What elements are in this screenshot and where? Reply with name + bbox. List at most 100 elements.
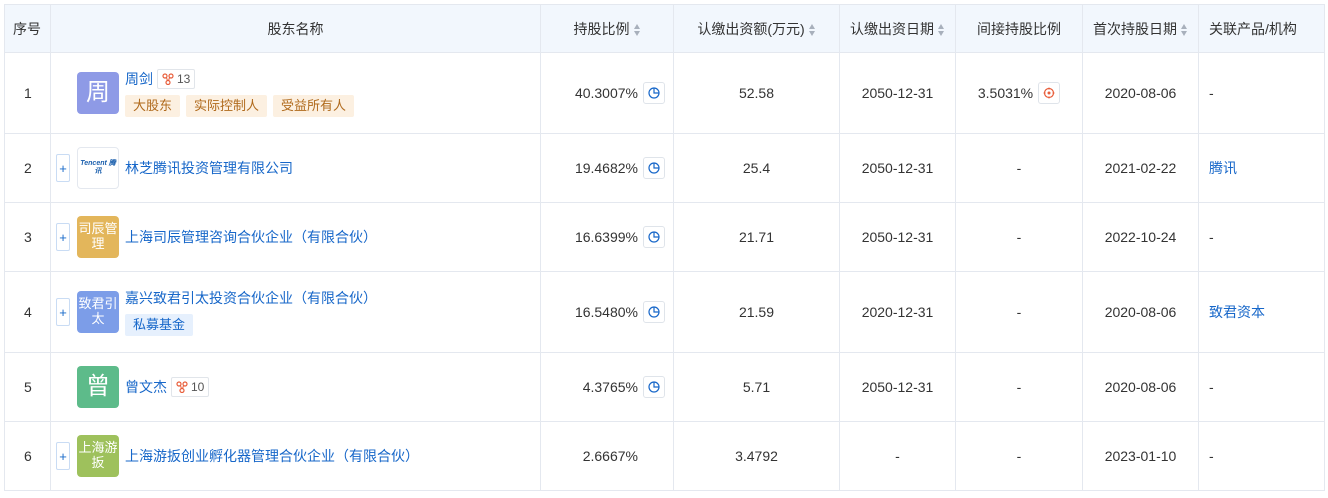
tag-list: 大股东 实际控制人 受益所有人	[125, 95, 360, 117]
cell-seq: 6	[4, 421, 51, 491]
cell-seq: 5	[4, 352, 51, 422]
cell-seq: 3	[4, 202, 51, 272]
sort-icon[interactable]	[938, 23, 945, 36]
relation-graph-icon	[176, 381, 188, 393]
tag-major-shareholder: 大股东	[125, 95, 181, 117]
col-header-ratio[interactable]: 持股比例	[540, 4, 674, 53]
col-header-capital[interactable]: 认缴出资额(万元)	[673, 4, 840, 53]
related-org-link[interactable]: 腾讯	[1209, 160, 1237, 176]
cell-capital: 21.59	[673, 271, 840, 353]
relation-count-badge[interactable]: 13	[157, 69, 196, 89]
cell-name: + 上海游扳 上海游扳创业孵化器管理合伙企业（有限合伙）	[50, 421, 541, 491]
cell-first-date: 2020-08-06	[1082, 352, 1199, 422]
plus-icon[interactable]: +	[56, 223, 70, 251]
cell-first-date: 2020-08-06	[1082, 52, 1199, 134]
cell-ratio: 19.4682%	[540, 133, 674, 203]
cell-date: 2050-12-31	[839, 133, 956, 203]
table-header-row: 序号 股东名称 持股比例 认缴出资额(万元) 认缴出资日期 间接持股比例 首次持…	[4, 4, 1325, 53]
cell-related: -	[1198, 421, 1325, 491]
col-header-first-date[interactable]: 首次持股日期	[1082, 4, 1199, 53]
shareholder-table: 序号 股东名称 持股比例 认缴出资额(万元) 认缴出资日期 间接持股比例 首次持…	[4, 4, 1325, 491]
tencent-logo[interactable]: Tencent 腾讯	[77, 147, 119, 189]
cell-indirect: -	[955, 133, 1083, 203]
shareholder-name-link[interactable]: 嘉兴致君引太投资合伙企业（有限合伙）	[125, 288, 377, 308]
cell-name: 曾 曾文杰 10	[50, 352, 541, 422]
cell-ratio: 16.5480%	[540, 271, 674, 353]
sort-icon[interactable]	[1181, 23, 1188, 36]
cell-date: 2050-12-31	[839, 352, 956, 422]
cell-name: + 致君引太 嘉兴致君引太投资合伙企业（有限合伙） 私募基金	[50, 271, 541, 353]
shareholder-name-link[interactable]: 上海司辰管理咨询合伙企业（有限合伙）	[125, 227, 377, 247]
cell-ratio: 4.3765%	[540, 352, 674, 422]
cell-indirect: -	[955, 202, 1083, 272]
related-org-link[interactable]: 致君资本	[1209, 304, 1265, 320]
cell-ratio: 2.6667%	[540, 421, 674, 491]
cell-first-date: 2022-10-24	[1082, 202, 1199, 272]
shareholder-name-link[interactable]: 周剑	[125, 69, 153, 89]
cell-related: -	[1198, 202, 1325, 272]
cell-capital: 25.4	[673, 133, 840, 203]
tag-beneficial-owner: 受益所有人	[273, 95, 355, 117]
cell-name: + 司辰管理 上海司辰管理咨询合伙企业（有限合伙）	[50, 202, 541, 272]
plus-icon[interactable]: +	[56, 154, 70, 182]
cell-related: 致君资本	[1198, 271, 1325, 353]
cell-capital: 5.71	[673, 352, 840, 422]
table-row: 3 + 司辰管理 上海司辰管理咨询合伙企业（有限合伙） 16.6399% 21.…	[4, 202, 1325, 272]
shareholder-name-link[interactable]: 林芝腾讯投资管理有限公司	[125, 158, 293, 178]
tag-actual-controller: 实际控制人	[186, 95, 268, 117]
col-header-name: 股东名称	[50, 4, 541, 53]
cell-date: 2050-12-31	[839, 52, 956, 134]
table-row: 6 + 上海游扳 上海游扳创业孵化器管理合伙企业（有限合伙） 2.6667% 3…	[4, 421, 1325, 491]
cell-indirect: -	[955, 421, 1083, 491]
cell-indirect: -	[955, 271, 1083, 353]
col-header-seq: 序号	[4, 4, 51, 53]
cell-related: -	[1198, 352, 1325, 422]
cell-date: 2050-12-31	[839, 202, 956, 272]
cell-name: 周 周剑 13 大股东 实际控制人 受益所有人	[50, 52, 541, 134]
cell-seq: 4	[4, 271, 51, 353]
col-header-date[interactable]: 认缴出资日期	[839, 4, 956, 53]
cell-indirect: -	[955, 352, 1083, 422]
cell-ratio: 40.3007%	[540, 52, 674, 134]
cell-capital: 52.58	[673, 52, 840, 134]
col-header-indirect: 间接持股比例	[955, 4, 1083, 53]
relation-graph-icon	[162, 73, 174, 85]
cell-related: 腾讯	[1198, 133, 1325, 203]
pie-chart-icon[interactable]	[643, 301, 665, 323]
cell-first-date: 2023-01-10	[1082, 421, 1199, 491]
cell-first-date: 2020-08-06	[1082, 271, 1199, 353]
shareholder-name-link[interactable]: 上海游扳创业孵化器管理合伙企业（有限合伙）	[125, 446, 419, 466]
avatar[interactable]: 致君引太	[77, 291, 119, 333]
avatar[interactable]: 上海游扳	[77, 435, 119, 477]
shareholder-name-link[interactable]: 曾文杰	[125, 377, 167, 397]
table-row: 5 曾 曾文杰 10 4.3765% 5.71 2050-12-31 - 202…	[4, 352, 1325, 422]
table-row: 4 + 致君引太 嘉兴致君引太投资合伙企业（有限合伙） 私募基金 16.5480…	[4, 271, 1325, 353]
avatar[interactable]: 曾	[77, 366, 119, 408]
cell-first-date: 2021-02-22	[1082, 133, 1199, 203]
tag-private-fund: 私募基金	[125, 314, 194, 336]
pie-chart-icon[interactable]	[643, 82, 665, 104]
pie-chart-icon[interactable]	[643, 226, 665, 248]
plus-icon[interactable]: +	[56, 442, 70, 470]
avatar[interactable]: 周	[77, 72, 119, 114]
pie-chart-icon[interactable]	[643, 376, 665, 398]
avatar[interactable]: 司辰管理	[77, 216, 119, 258]
pie-chart-icon[interactable]	[643, 157, 665, 179]
cell-seq: 1	[4, 52, 51, 134]
cell-seq: 2	[4, 133, 51, 203]
sort-icon[interactable]	[808, 23, 816, 36]
plus-icon[interactable]: +	[56, 298, 70, 326]
sort-icon[interactable]	[633, 23, 641, 36]
col-header-related: 关联产品/机构	[1198, 4, 1325, 53]
tag-list: 私募基金	[125, 314, 377, 336]
cell-date: 2020-12-31	[839, 271, 956, 353]
cell-capital: 3.4792	[673, 421, 840, 491]
relation-count-badge[interactable]: 10	[171, 377, 210, 397]
cell-date: -	[839, 421, 956, 491]
cell-name: + Tencent 腾讯 林芝腾讯投资管理有限公司	[50, 133, 541, 203]
equity-penetration-icon[interactable]	[1038, 82, 1061, 104]
table-row: 2 + Tencent 腾讯 林芝腾讯投资管理有限公司 19.4682% 25.…	[4, 133, 1325, 203]
cell-capital: 21.71	[673, 202, 840, 272]
cell-indirect: 3.5031%	[955, 52, 1083, 134]
cell-related: -	[1198, 52, 1325, 134]
